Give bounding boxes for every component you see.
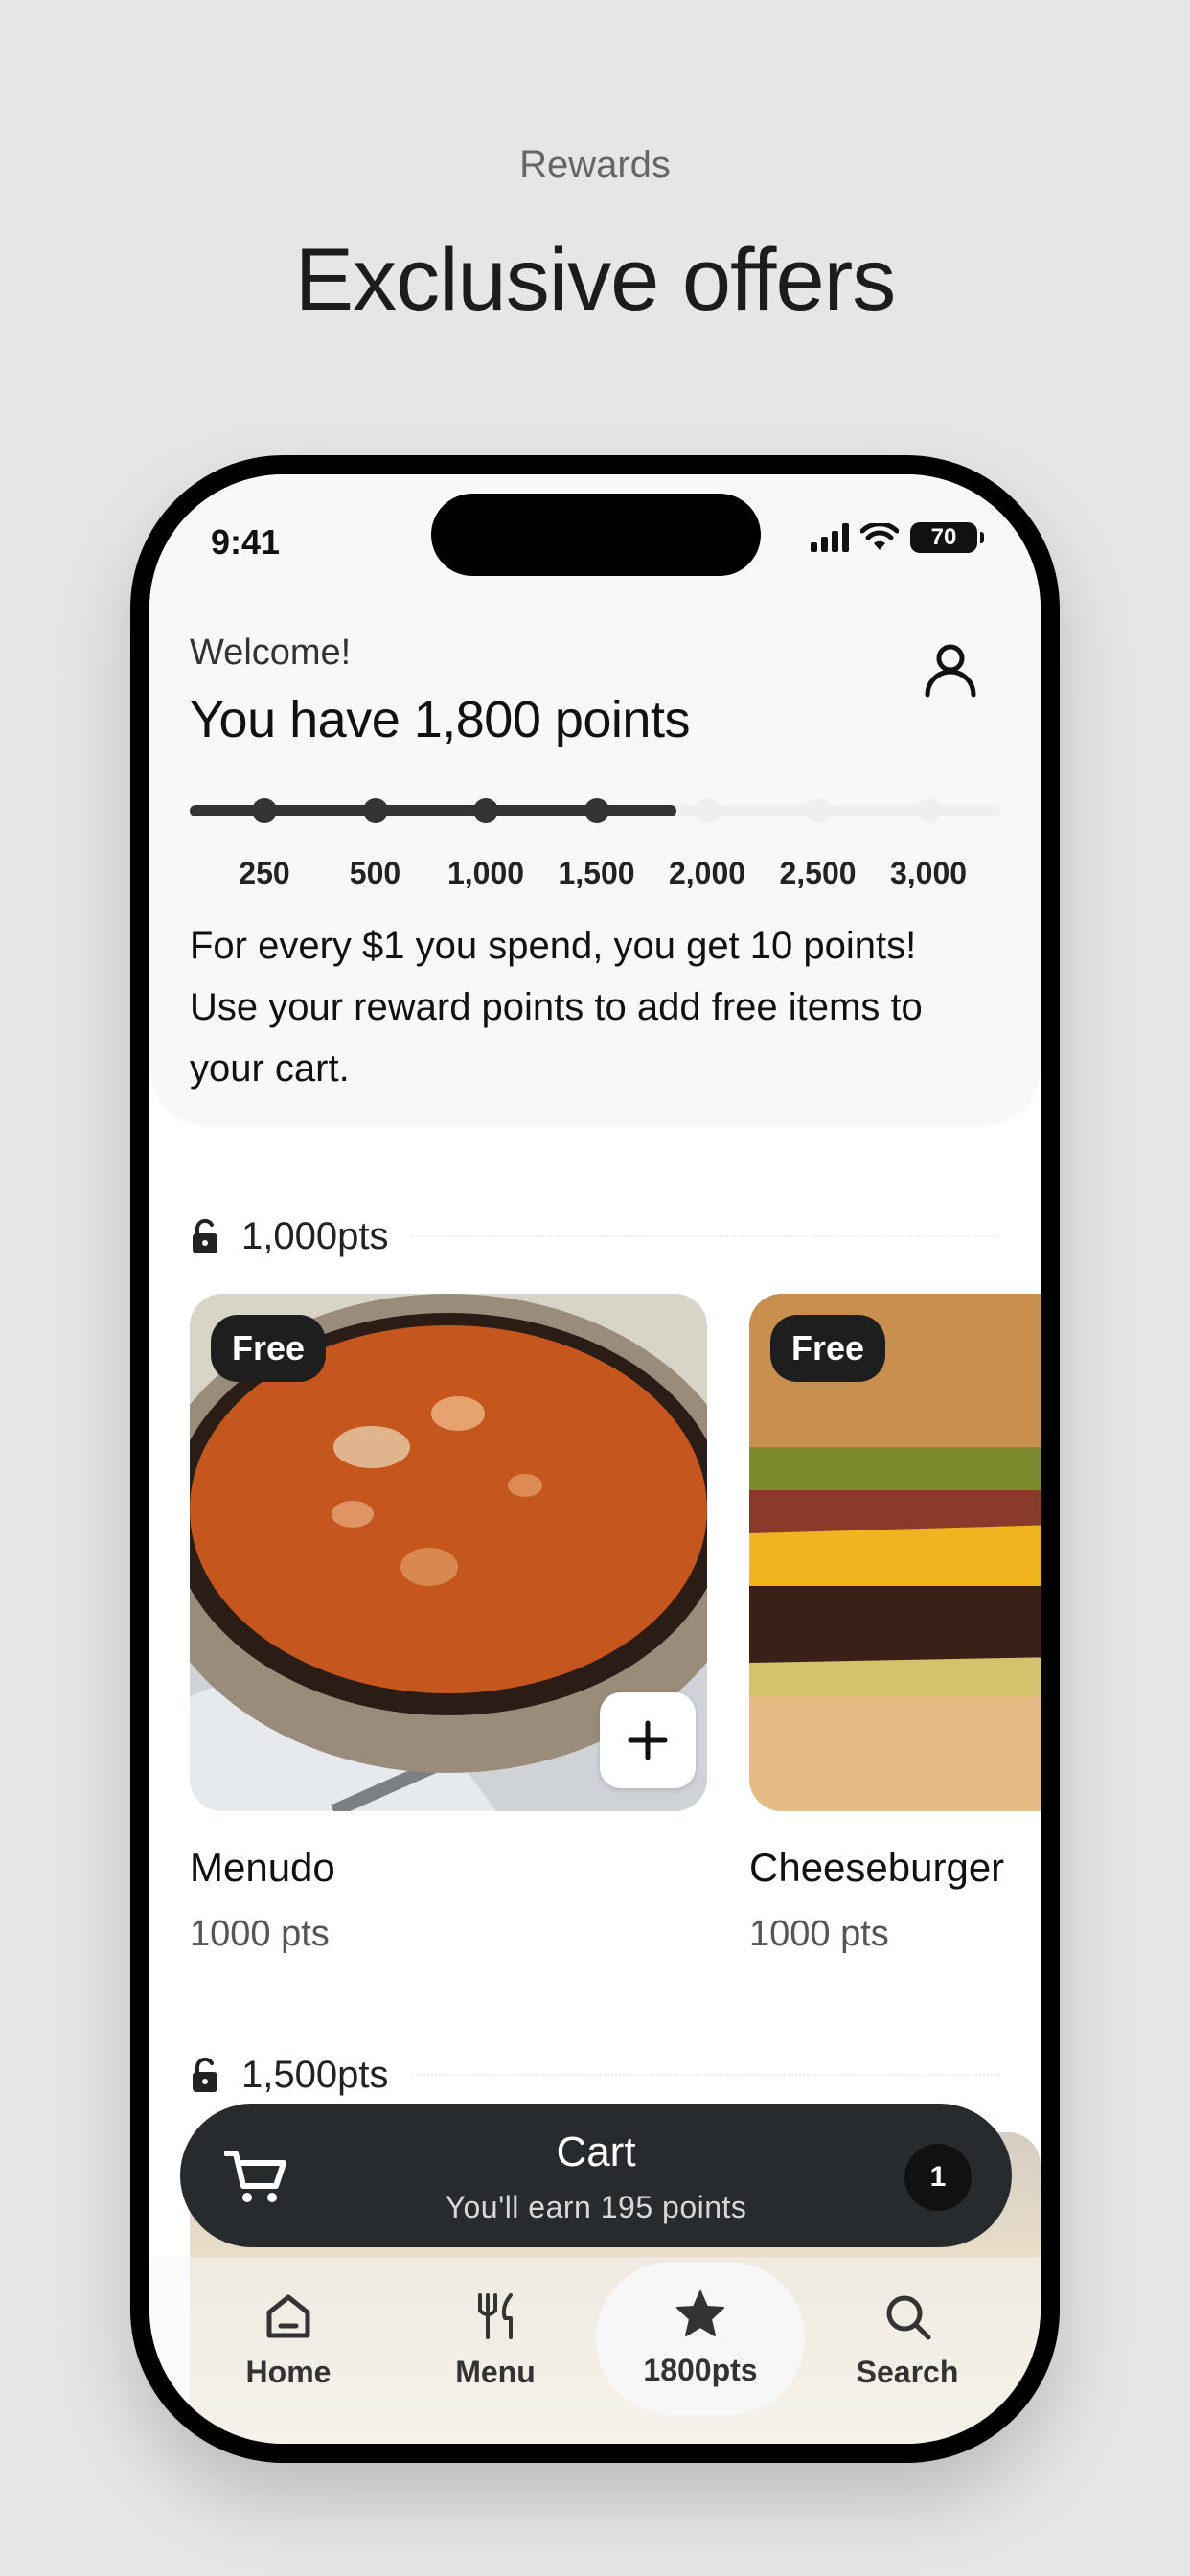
tab-label: Search	[856, 2355, 959, 2389]
rewards-description: For every $1 you spend, you get 10 point…	[190, 925, 923, 1090]
menudo-image[interactable]: Free	[190, 1294, 707, 1811]
unlock-icon	[193, 2057, 217, 2092]
tab-home[interactable]: Home	[184, 2257, 393, 2420]
star-icon	[676, 2290, 724, 2336]
dynamic-island	[431, 494, 761, 576]
tier-header-1500: 1,500pts	[190, 2051, 1000, 2099]
page-title: Exclusive offers	[294, 231, 897, 329]
tab-label: Menu	[455, 2355, 536, 2389]
free-badge: Free	[770, 1315, 886, 1382]
milestone-dot	[473, 798, 498, 823]
milestone-dot	[362, 798, 388, 823]
milestone-label: 2,500	[779, 856, 857, 890]
cellular-signal-icon	[811, 523, 849, 552]
welcome-text: Welcome!	[190, 632, 352, 673]
tier-label: 1,000pts	[241, 1214, 389, 1257]
cart-title: Cart	[556, 2128, 636, 2175]
home-icon	[266, 2294, 310, 2338]
tab-rewards[interactable]: 1800pts	[596, 2262, 805, 2415]
cart-button[interactable]: Cart You'll earn 195 points 1	[180, 2104, 1012, 2247]
wifi-icon	[860, 523, 899, 550]
page-eyebrow: Rewards	[519, 144, 671, 186]
tier-header-1000: 1,000pts	[190, 1212, 1000, 1260]
plus-icon	[628, 1720, 668, 1760]
rewards-summary-panel: 9:41 70 Welcome! You have 1,800 points 2…	[149, 474, 1041, 1126]
milestone-dot	[805, 798, 831, 823]
tier-divider	[411, 2074, 1000, 2076]
milestone-dot	[584, 798, 609, 823]
tab-menu[interactable]: Menu	[391, 2257, 600, 2420]
item-points: 1000 pts	[749, 1914, 889, 1954]
milestone-label: 250	[239, 856, 290, 890]
profile-icon[interactable]	[924, 642, 977, 698]
tab-bar: Home Menu 1800pts Search	[149, 2257, 1041, 2444]
item-points: 1000 pts	[190, 1914, 330, 1954]
item-name: Cheeseburger	[749, 1845, 1005, 1890]
phone-frame: 9:41 70 Welcome! You have 1,800 points 2…	[130, 455, 1060, 2463]
cheeseburger-image[interactable]: Free	[749, 1294, 1041, 1811]
milestone-dot	[916, 798, 941, 823]
points-balance: You have 1,800 points	[190, 691, 690, 748]
status-time: 9:41	[211, 522, 281, 562]
item-name: Menudo	[190, 1845, 335, 1890]
points-progress-bar	[190, 798, 1000, 823]
tier-divider	[411, 1235, 1000, 1237]
milestone-label: 2,000	[668, 856, 746, 890]
cart-count-badge: 1	[904, 2144, 972, 2211]
search-icon	[886, 2295, 931, 2340]
utensils-icon	[478, 2293, 513, 2339]
milestone-dot	[252, 798, 277, 823]
milestone-label: 500	[349, 856, 401, 890]
add-menudo-button[interactable]	[600, 1692, 696, 1788]
tier-label: 1,500pts	[241, 2053, 389, 2096]
unlock-icon	[193, 1218, 217, 1254]
free-badge: Free	[211, 1315, 327, 1382]
app-screen: 9:41 70 Welcome! You have 1,800 points 2…	[149, 474, 1041, 2444]
tab-label: 1800pts	[643, 2353, 758, 2387]
tab-search[interactable]: Search	[803, 2257, 1012, 2420]
milestone-label: 1,000	[446, 856, 525, 890]
milestone-label: 3,000	[889, 856, 968, 890]
status-indicators: 70	[811, 522, 984, 553]
milestone-dot	[695, 798, 720, 823]
battery-icon: 70	[910, 522, 984, 553]
milestone-label: 1,500	[558, 856, 635, 890]
cart-earn-text: You'll earn 195 points	[445, 2190, 747, 2224]
tab-label: Home	[245, 2355, 332, 2389]
